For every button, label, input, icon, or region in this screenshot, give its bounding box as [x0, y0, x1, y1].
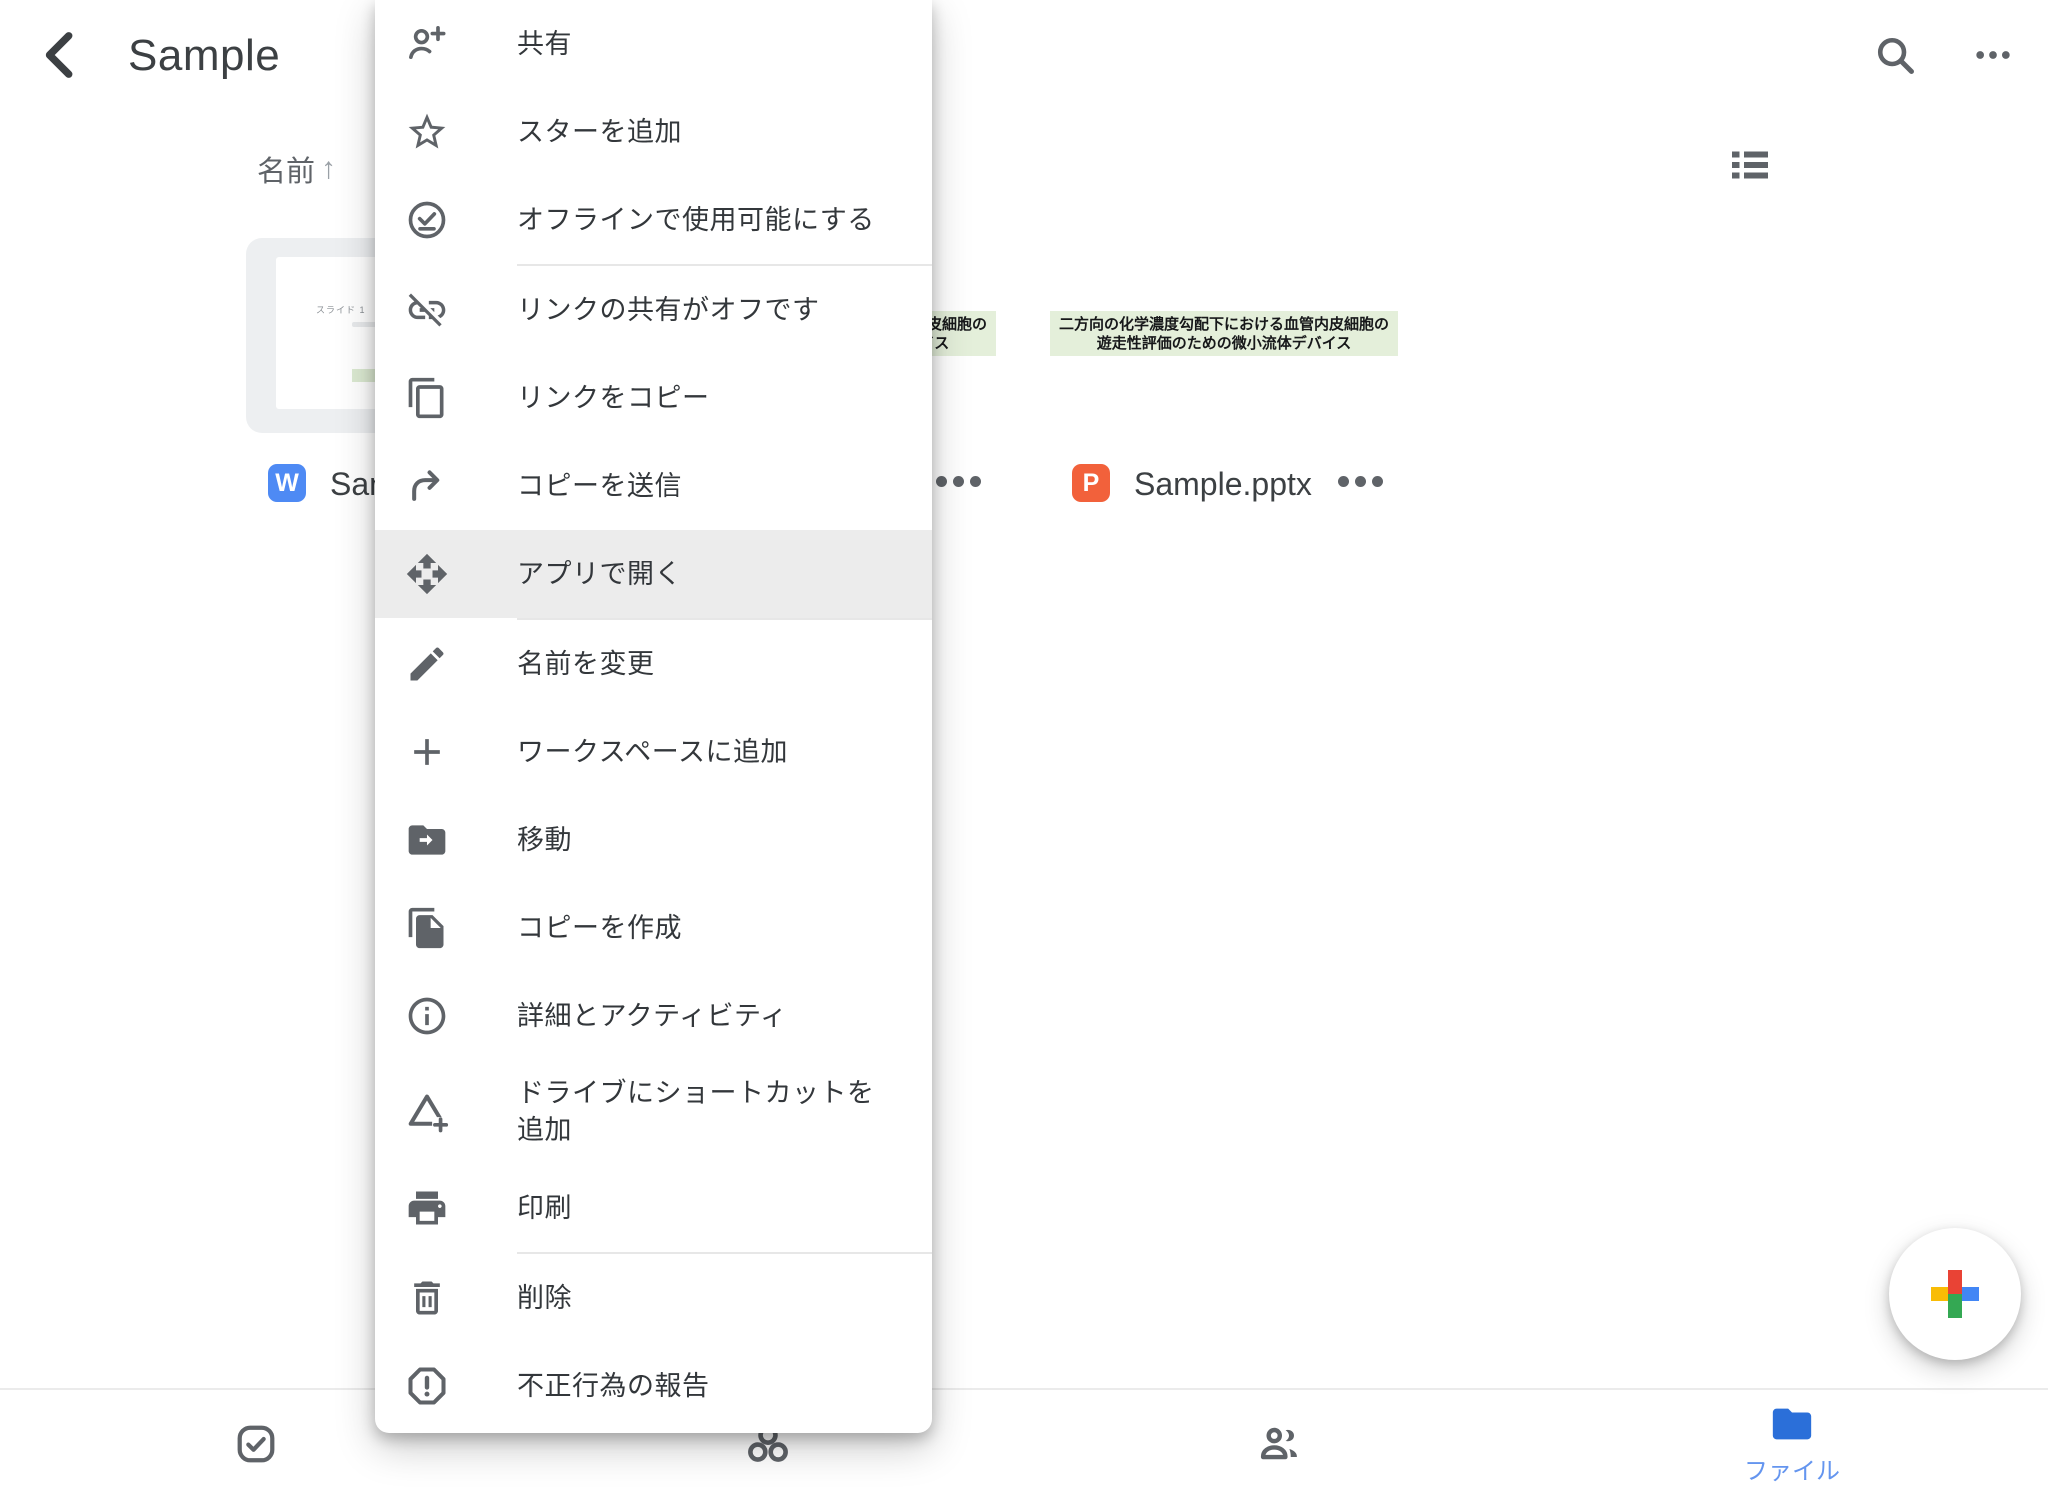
star-outline-icon — [405, 110, 449, 154]
open-with-icon — [405, 552, 449, 596]
menu-item-label: リンクの共有がオフです — [517, 292, 889, 329]
menu-item-open-with-app[interactable]: アプリで開く — [375, 530, 932, 618]
page-title: Sample — [128, 31, 280, 81]
search-button[interactable] — [1860, 22, 1930, 92]
menu-item-label: 共有 — [517, 26, 889, 63]
file-context-menu: 共有 スターを追加 オフラインで使用可能にする リンクの共有がオフです — [375, 0, 932, 1433]
file-copy-icon — [405, 906, 449, 950]
drive-shortcut-add-icon — [405, 1090, 449, 1134]
report-octagon-icon — [405, 1364, 449, 1408]
file-more-button[interactable] — [1338, 476, 1383, 487]
menu-item-label: ドライブにショートカットを追加 — [517, 1075, 889, 1149]
menu-item-copy-link[interactable]: リンクをコピー — [375, 354, 932, 442]
menu-item-label: 不正行為の報告 — [517, 1368, 889, 1405]
create-new-fab[interactable] — [1889, 1228, 2021, 1360]
menu-item-print[interactable]: 印刷 — [375, 1164, 932, 1252]
sort-ascending-arrow-icon: ↑ — [321, 152, 336, 186]
chevron-left-icon — [39, 30, 81, 85]
menu-item-add-star[interactable]: スターを追加 — [375, 88, 932, 176]
file-name-row: P Sample.pptx — [1050, 462, 1398, 506]
back-button[interactable] — [30, 26, 90, 88]
menu-item-move[interactable]: 移動 — [375, 796, 932, 884]
menu-item-rename[interactable]: 名前を変更 — [375, 620, 932, 708]
list-view-toggle-button[interactable] — [1726, 145, 1774, 189]
menu-item-label: 削除 — [517, 1280, 889, 1317]
person-add-icon — [405, 22, 449, 66]
search-icon — [1872, 32, 1918, 83]
thumbnail-tiny-text: スライド 1 — [316, 303, 366, 316]
google-plus-icon — [1931, 1270, 1979, 1318]
menu-item-label: コピーを作成 — [517, 910, 889, 947]
folder-move-icon — [405, 818, 449, 862]
menu-item-label: 詳細とアクティビティ — [517, 998, 889, 1035]
offline-pin-icon — [405, 198, 449, 242]
sort-by-name-button[interactable]: 名前 ↑ — [257, 148, 336, 190]
people-icon — [1257, 1421, 1303, 1467]
menu-item-send-copy[interactable]: コピーを送信 — [375, 442, 932, 530]
nav-item-priority[interactable] — [156, 1390, 356, 1497]
plus-icon — [405, 730, 449, 774]
bottom-navigation-bar: ファイル — [0, 1388, 2048, 1497]
menu-item-label: アプリで開く — [517, 556, 889, 593]
check-rounded-square-icon — [233, 1421, 279, 1467]
copy-icon — [405, 376, 449, 420]
slide-title-line: 二方向の化学濃度勾配下における血管内皮細胞の — [1050, 315, 1398, 334]
file-thumbnail[interactable]: 二方向の化学濃度勾配下における血管内皮細胞の 遊走性評価のための微小流体デバイス — [1050, 238, 1398, 433]
send-copy-arrow-icon — [405, 464, 449, 508]
drive-folder-screen: Sample 名前 ↑ スライド 1 — [0, 0, 2048, 1497]
menu-item-label: ワークスペースに追加 — [517, 734, 889, 771]
printer-icon — [405, 1186, 449, 1230]
menu-item-label: 移動 — [517, 822, 889, 859]
powerpoint-file-badge: P — [1072, 464, 1110, 502]
file-name: Sample.pptx — [1134, 466, 1330, 503]
menu-item-make-available-offline[interactable]: オフラインで使用可能にする — [375, 176, 932, 264]
menu-item-label: リンクをコピー — [517, 380, 889, 417]
menu-item-label: コピーを送信 — [517, 468, 889, 505]
menu-item-report-abuse[interactable]: 不正行為の報告 — [375, 1342, 932, 1430]
menu-item-add-to-workspace[interactable]: ワークスペースに追加 — [375, 708, 932, 796]
menu-item-delete[interactable]: 削除 — [375, 1254, 932, 1342]
file-more-button[interactable] — [936, 476, 981, 487]
link-off-icon — [405, 288, 449, 332]
nav-item-label: ファイル — [1744, 1451, 1840, 1486]
menu-item-share[interactable]: 共有 — [375, 0, 932, 88]
menu-item-label: 印刷 — [517, 1190, 889, 1227]
overflow-menu-button[interactable] — [1958, 22, 2028, 92]
list-view-icon — [1732, 150, 1768, 185]
info-icon — [405, 994, 449, 1038]
menu-item-label: オフラインで使用可能にする — [517, 202, 889, 239]
nav-item-shared[interactable] — [1180, 1390, 1380, 1497]
menu-item-label: 名前を変更 — [517, 646, 889, 683]
word-file-badge: W — [268, 464, 306, 502]
menu-item-link-sharing-off[interactable]: リンクの共有がオフです — [375, 266, 932, 354]
file-card-sample-pptx[interactable]: 二方向の化学濃度勾配下における血管内皮細胞の 遊走性評価のための微小流体デバイス… — [1050, 238, 1398, 433]
thumbnail-green-chip — [352, 369, 377, 382]
three-dots-icon — [1971, 33, 2015, 82]
pencil-icon — [405, 642, 449, 686]
menu-item-details-and-activity[interactable]: 詳細とアクティビティ — [375, 972, 932, 1060]
slide-title-highlight: 二方向の化学濃度勾配下における血管内皮細胞の 遊走性評価のための微小流体デバイス — [1050, 311, 1398, 356]
sort-label: 名前 — [257, 148, 315, 190]
slide-title-line: 遊走性評価のための微小流体デバイス — [1050, 334, 1398, 353]
menu-item-label: スターを追加 — [517, 114, 889, 151]
menu-item-add-shortcut-to-drive[interactable]: ドライブにショートカットを追加 — [375, 1060, 932, 1164]
menu-item-make-a-copy[interactable]: コピーを作成 — [375, 884, 932, 972]
nav-item-files[interactable]: ファイル — [1692, 1390, 1892, 1497]
trash-icon — [405, 1276, 449, 1320]
folder-icon — [1769, 1401, 1815, 1447]
